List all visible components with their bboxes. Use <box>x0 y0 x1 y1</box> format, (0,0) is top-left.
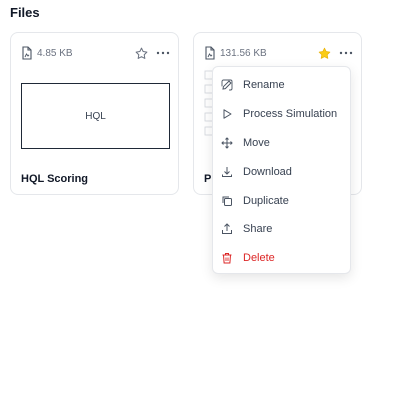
download-icon <box>222 166 232 177</box>
star-icon[interactable] <box>135 47 148 60</box>
menu-item-duplicate[interactable]: Duplicate <box>213 186 350 215</box>
menu-item-move[interactable]: Move <box>213 129 350 158</box>
card-header: 131.56 KB <box>204 45 353 61</box>
menu-item-rename[interactable]: Rename <box>213 71 350 100</box>
file-title[interactable]: HQL Scoring <box>21 173 88 185</box>
menu-item-process-simulation[interactable]: Process Simulation <box>213 100 350 129</box>
menu-label: Delete <box>243 252 275 265</box>
duplicate-icon <box>222 196 232 206</box>
file-size: 131.56 KB <box>220 47 267 59</box>
menu-item-download[interactable]: Download <box>213 157 350 186</box>
menu-label: Duplicate <box>243 194 289 207</box>
play-icon <box>223 109 232 119</box>
context-menu: Rename Process Simulation Move Download <box>212 66 351 274</box>
file-size: 4.85 KB <box>37 47 73 59</box>
menu-label: Move <box>243 136 270 149</box>
file-icon <box>22 46 32 60</box>
preview-label: HQL <box>85 110 106 122</box>
menu-label: Process Simulation <box>243 108 338 121</box>
file-card[interactable]: 4.85 KB HQL HQL Scoring <box>10 32 179 195</box>
move-icon <box>221 137 233 149</box>
star-filled-icon[interactable] <box>318 47 331 60</box>
menu-item-delete[interactable]: Delete <box>213 244 350 273</box>
menu-label: Download <box>243 165 292 178</box>
file-preview[interactable]: HQL <box>21 83 170 149</box>
menu-label: Rename <box>243 79 285 92</box>
more-options-icon[interactable] <box>339 46 353 60</box>
card-header: 4.85 KB <box>21 45 170 61</box>
file-icon <box>205 46 215 60</box>
file-title[interactable]: P <box>204 173 211 185</box>
trash-icon <box>222 253 232 264</box>
menu-label: Share <box>243 223 273 236</box>
section-title: Files <box>10 5 40 20</box>
share-icon <box>222 223 232 235</box>
pencil-icon <box>221 79 233 91</box>
menu-item-share[interactable]: Share <box>213 215 350 244</box>
files-page: Files 4.85 KB HQL HQL Scoring 131.56 KB … <box>0 0 419 408</box>
more-options-icon[interactable] <box>156 46 170 60</box>
